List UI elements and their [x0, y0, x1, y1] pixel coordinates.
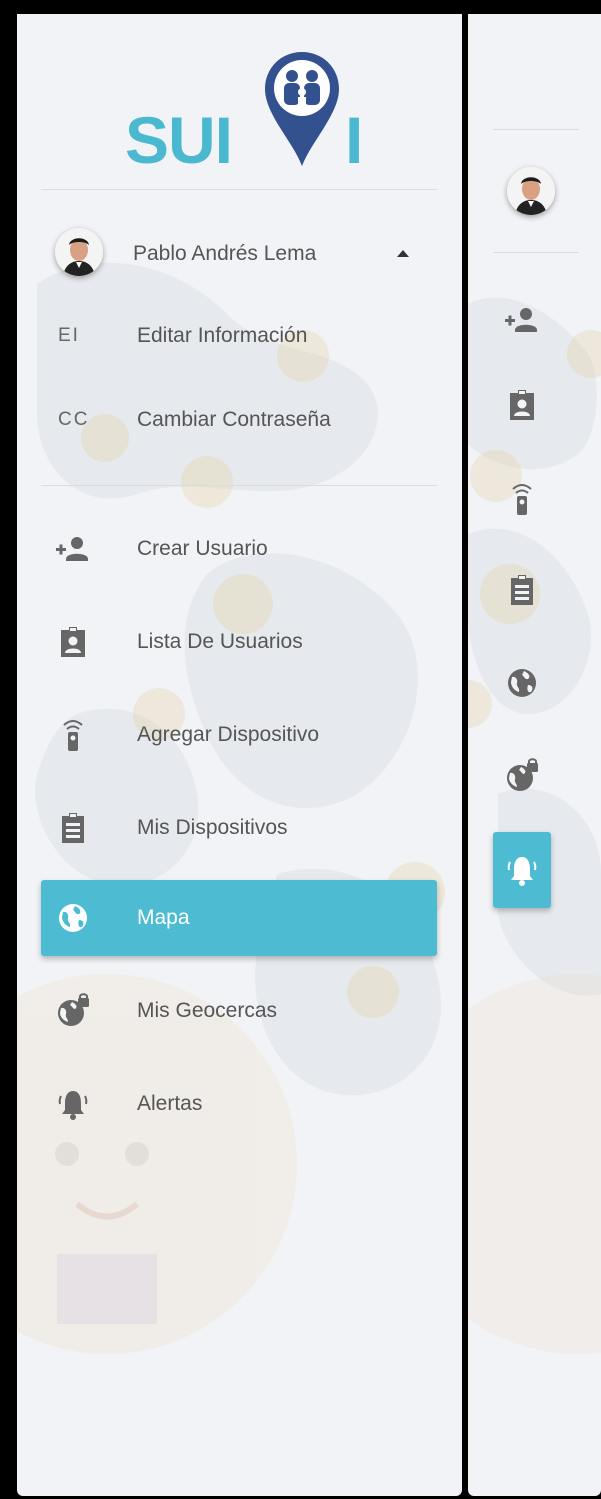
remote-device-icon: [512, 484, 532, 515]
sidebar-collapsed: [468, 14, 601, 1496]
globe-icon: [59, 904, 87, 932]
globe-icon: [508, 669, 536, 697]
nav-item-mis-dispositivos[interactable]: Mis Dispositivos: [41, 790, 437, 866]
user-badge-icon: [61, 627, 85, 657]
user-photo-icon: [507, 167, 555, 215]
clipboard-icon: [511, 575, 533, 605]
collapsed-nav-mapa[interactable]: [493, 654, 551, 712]
globe-lock-icon: [507, 758, 538, 791]
remote-device-icon: [63, 720, 83, 751]
add-user-icon: [56, 537, 88, 561]
nav-item-lista-de-usuarios[interactable]: Lista De Usuarios: [41, 604, 437, 680]
collapsed-nav-agregar-dispositivo[interactable]: [493, 470, 551, 528]
user-name[interactable]: Pablo Andrés Lema: [133, 242, 316, 266]
collapsed-nav-lista-de-usuarios[interactable]: [493, 376, 551, 434]
nav-item-label: Mis Dispositivos: [137, 816, 288, 839]
globe-lock-icon: [58, 993, 89, 1026]
avatar[interactable]: [507, 167, 555, 215]
nav-item-alertas[interactable]: Alertas: [41, 1066, 437, 1142]
menu-item-label: Editar Información: [137, 324, 308, 347]
nav-item-mapa[interactable]: Mapa: [41, 880, 437, 956]
user-badge-icon: [510, 390, 534, 420]
nav-item-label: Agregar Dispositivo: [137, 723, 320, 746]
divider: [493, 129, 579, 130]
bell-icon: [58, 1091, 88, 1120]
app-logo: SUI I: [125, 50, 365, 180]
divider: [41, 189, 437, 190]
collapsed-nav-alertas[interactable]: [493, 832, 551, 908]
menu-item-editar-informacion[interactable]: EI Editar Información: [41, 298, 437, 374]
logo-text: SUI: [125, 103, 233, 177]
divider: [493, 252, 579, 253]
collapsed-nav-mis-dispositivos[interactable]: [493, 561, 551, 619]
nav-item-label: Lista De Usuarios: [137, 630, 303, 653]
add-user-icon: [505, 308, 537, 332]
family-pin-icon: [265, 52, 339, 166]
nav-item-mis-geocercas[interactable]: Mis Geocercas: [41, 973, 437, 1049]
nav-item-label: Alertas: [137, 1092, 203, 1115]
nav-item-label: Crear Usuario: [137, 537, 268, 560]
collapsed-nav-mis-geocercas[interactable]: [493, 747, 551, 805]
menu-item-abbr: EI: [58, 325, 80, 346]
avatar[interactable]: [55, 228, 103, 276]
nav-item-label: Mis Geocercas: [137, 999, 278, 1022]
caret-up-icon[interactable]: [397, 250, 409, 257]
collapsed-nav-crear-usuario[interactable]: [493, 291, 551, 349]
sidebar-expanded: SUI I Pablo Andrés Lema EI Editar Inform…: [17, 14, 462, 1496]
user-photo-icon: [55, 228, 103, 276]
menu-item-cambiar-contrasena[interactable]: CC Cambiar Contraseña: [41, 382, 437, 458]
divider: [41, 485, 437, 486]
logo-text-tail: I: [345, 103, 364, 177]
menu-item-label: Cambiar Contraseña: [137, 408, 331, 431]
bell-icon: [507, 857, 537, 886]
clipboard-icon: [62, 813, 84, 843]
nav-item-agregar-dispositivo[interactable]: Agregar Dispositivo: [41, 697, 437, 773]
menu-item-abbr: CC: [58, 409, 90, 430]
nav-item-crear-usuario[interactable]: Crear Usuario: [41, 511, 437, 587]
nav-item-label: Mapa: [137, 906, 190, 929]
